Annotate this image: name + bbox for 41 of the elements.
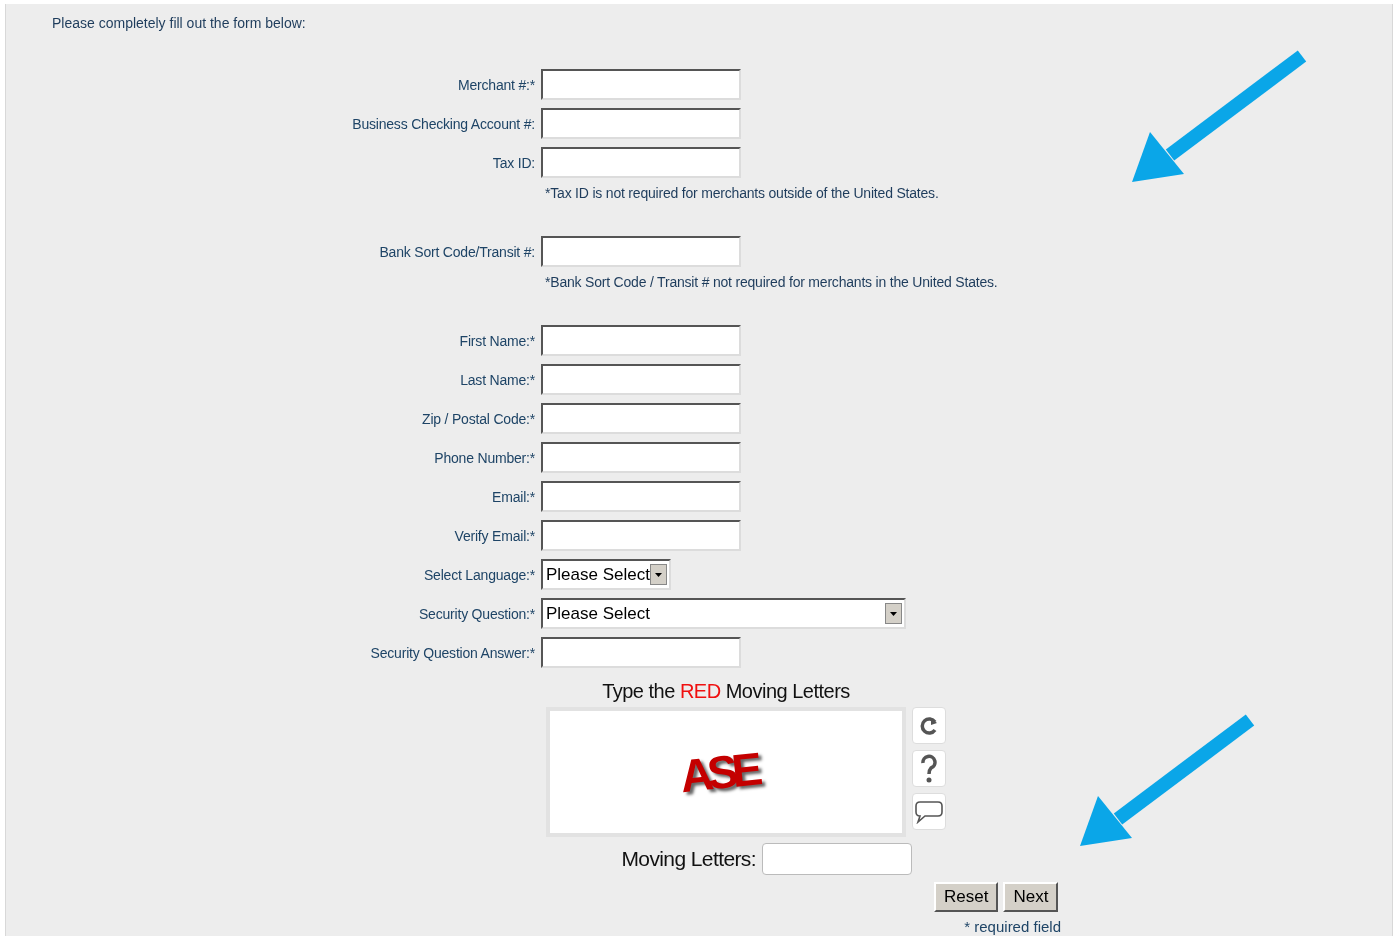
field-label: Email:* (491, 488, 536, 505)
refresh-icon[interactable] (912, 707, 946, 744)
input-field[interactable] (541, 147, 741, 178)
required-footnote: * required field (964, 918, 1061, 935)
field-label: Moving Letters: (621, 847, 756, 871)
field-label: Business Checking Account #: (351, 115, 536, 132)
captcha-heading: Type the RED Moving Letters (601, 680, 851, 703)
input-field[interactable] (541, 442, 741, 473)
field-note: *Bank Sort Code / Transit # not required for merchants in the United States. (545, 274, 998, 290)
field-label: Last Name:* (459, 371, 536, 388)
input-field[interactable] (541, 481, 741, 512)
form-button[interactable]: Reset (934, 882, 999, 912)
dropdown[interactable]: Please Select (541, 598, 906, 629)
input-field[interactable] (541, 108, 741, 139)
input-field[interactable] (541, 325, 741, 356)
input-field[interactable] (541, 69, 741, 100)
field-label: Security Question Answer:* (369, 644, 536, 661)
input-field[interactable] (541, 520, 741, 551)
field-label: Bank Sort Code/Transit #: (378, 243, 536, 260)
field-label: Phone Number:* (433, 449, 536, 466)
field-note: *Tax ID is not required for merchants outside of the United States. (545, 185, 939, 201)
input-field[interactable] (541, 403, 741, 434)
field-label: First Name:* (458, 332, 536, 349)
form-instructions: Please completely fill out the form below: (52, 15, 307, 31)
field-label: Verify Email:* (453, 527, 536, 544)
field-label: Zip / Postal Code:* (421, 410, 536, 427)
caret-icon (885, 603, 902, 624)
help-icon[interactable] (912, 750, 946, 787)
captcha-letters: ASE (677, 741, 760, 804)
form-button[interactable]: Next (1003, 882, 1059, 912)
field-label: Merchant #:* (457, 76, 536, 93)
speech-bubble-icon[interactable] (912, 793, 946, 830)
input-field[interactable] (541, 364, 741, 395)
dropdown[interactable]: Please Select (541, 559, 671, 590)
field-label: Select Language:* (422, 566, 536, 583)
field-label: Tax ID: (491, 154, 536, 171)
input-field[interactable] (762, 843, 912, 875)
input-field[interactable] (541, 236, 741, 267)
field-label: Security Question:* (417, 605, 536, 622)
input-field[interactable] (541, 637, 741, 668)
caret-icon (650, 564, 667, 585)
